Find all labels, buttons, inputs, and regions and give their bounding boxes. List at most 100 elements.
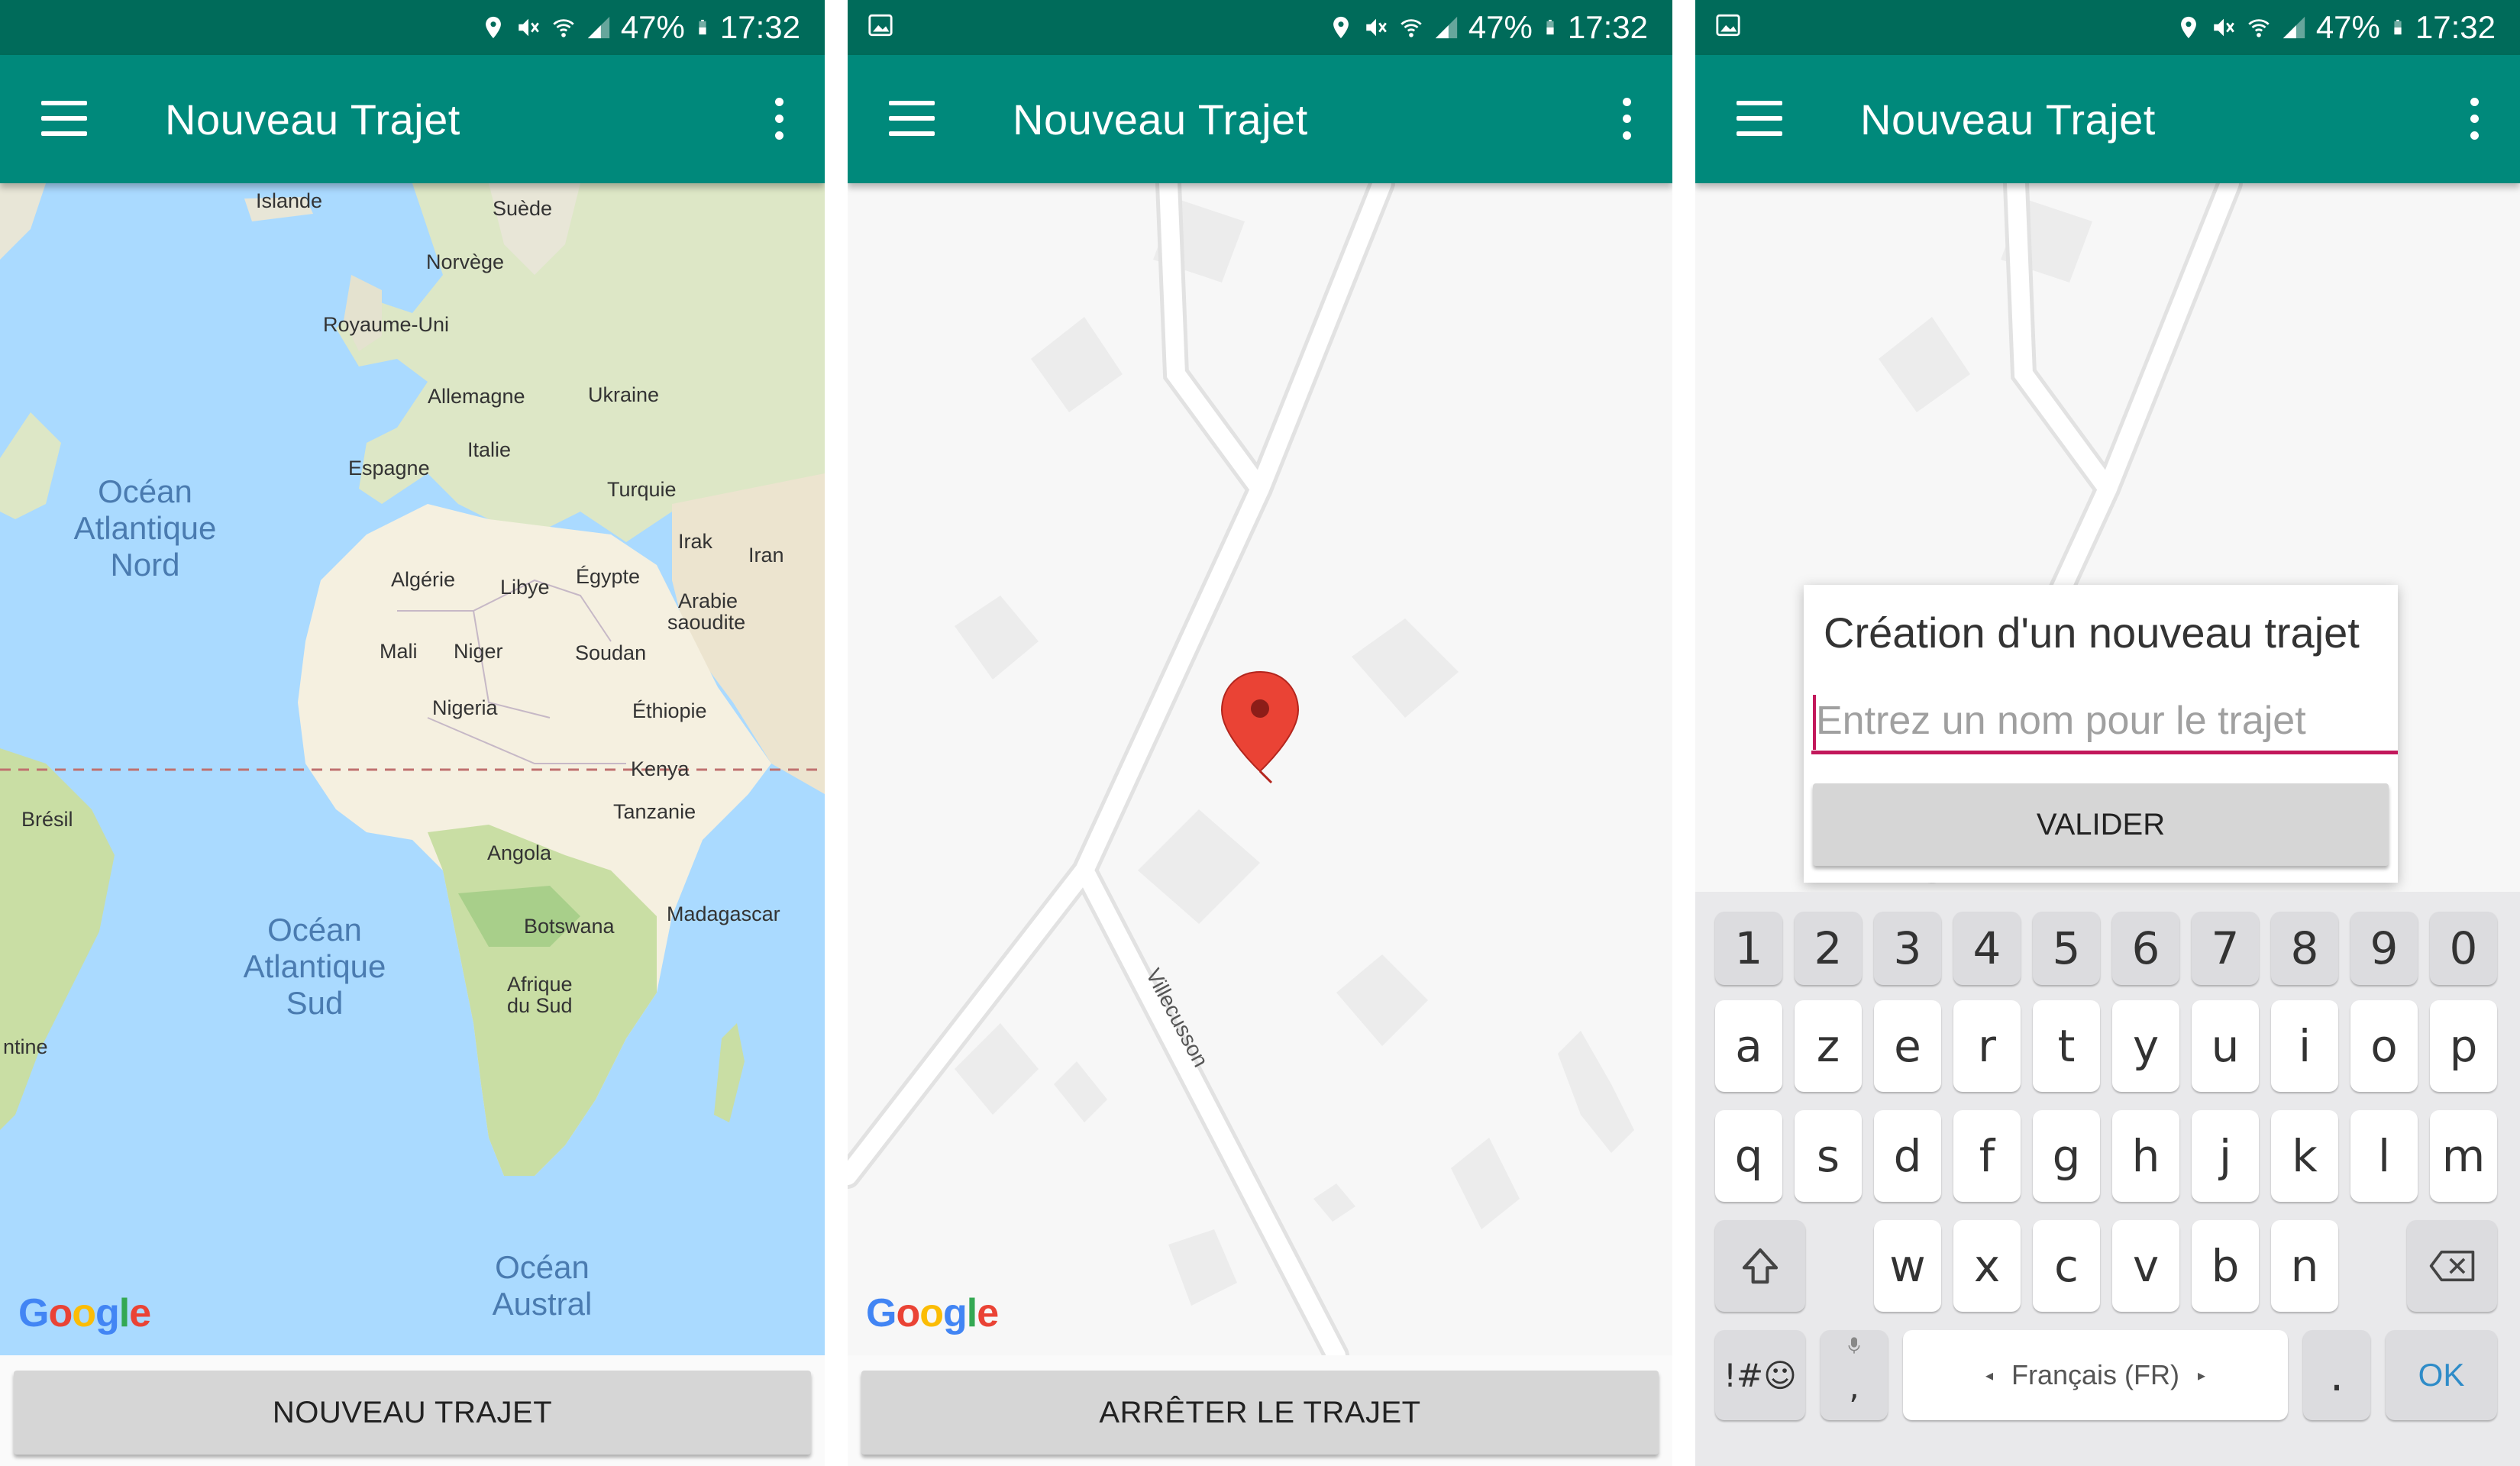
google-logo: Google [18, 1291, 151, 1335]
key-h[interactable]: h [2112, 1110, 2179, 1202]
more-vert-icon[interactable] [773, 98, 785, 140]
map-label: Iran [748, 544, 784, 567]
key-9[interactable]: 9 [2350, 912, 2418, 985]
map-label: Nigeria [432, 696, 499, 719]
comma-key[interactable]: , [1821, 1330, 1888, 1420]
map-label: Madagascar [667, 903, 780, 925]
key-v[interactable]: v [2112, 1220, 2179, 1312]
map-ocean-label: Sud [286, 985, 344, 1021]
battery-icon [699, 19, 706, 35]
wifi-icon [1401, 19, 1422, 37]
map-label: Espagne [348, 457, 430, 480]
wifi-icon [553, 19, 574, 37]
key-f[interactable]: f [1953, 1110, 2021, 1202]
key-m[interactable]: m [2430, 1110, 2497, 1202]
phone-screen-map-street: 47% 17:32 Nouveau Trajet Villecusson Goo… [848, 0, 1672, 1466]
more-vert-icon[interactable] [2468, 98, 2480, 140]
key-3[interactable]: 3 [1874, 912, 1941, 985]
period-key[interactable]: . [2303, 1330, 2370, 1420]
key-p[interactable]: p [2430, 1000, 2497, 1092]
signal-icon [587, 16, 609, 39]
soft-keyboard: 1 2 3 4 5 6 7 8 9 0 a z e r t y u i o p … [1695, 892, 2520, 1466]
menu-icon[interactable] [889, 101, 935, 137]
key-t[interactable]: t [2033, 1000, 2100, 1092]
key-i[interactable]: i [2271, 1000, 2338, 1092]
key-7[interactable]: 7 [2192, 912, 2259, 985]
map-label: Kenya [631, 757, 690, 780]
map-label: du Sud [507, 994, 573, 1017]
battery-percent: 47% [1468, 9, 1533, 45]
key-j[interactable]: j [2192, 1110, 2259, 1202]
space-bar-label: Français (FR) [2011, 1359, 2179, 1390]
key-y[interactable]: y [2112, 1000, 2179, 1092]
key-1[interactable]: 1 [1715, 912, 1782, 985]
key-z[interactable]: z [1795, 1000, 1862, 1092]
world-map[interactable]: Islande Suède Norvège Royaume-Uni Allema… [0, 183, 825, 1355]
map-ocean-label: Nord [110, 547, 179, 583]
key-s[interactable]: s [1795, 1110, 1862, 1202]
map-label: Royaume-Uni [323, 313, 449, 336]
key-2[interactable]: 2 [1795, 912, 1862, 985]
phone-screen-create-dialog: 47% 17:32 Nouveau Trajet Création d'un n [1695, 0, 2520, 1466]
google-logo: Google [866, 1291, 999, 1335]
key-g[interactable]: g [2033, 1110, 2100, 1202]
new-trip-button[interactable]: NOUVEAU TRAJET [14, 1371, 811, 1455]
map-ocean-label: Atlantique [244, 948, 386, 984]
key-b[interactable]: b [2192, 1220, 2259, 1312]
map-ocean-label: Océan [98, 473, 192, 509]
app-bar: Nouveau Trajet [1695, 55, 2520, 183]
map-label: Suède [493, 197, 552, 220]
mute-icon [519, 18, 539, 37]
location-icon [485, 16, 501, 39]
map-label: Égypte [576, 565, 640, 588]
key-a[interactable]: a [1715, 1000, 1782, 1092]
menu-icon[interactable] [41, 101, 87, 137]
map-label: Niger [454, 640, 503, 663]
ok-key[interactable]: OK [2386, 1330, 2497, 1420]
map-label: Algérie [391, 568, 455, 591]
stop-trip-button[interactable]: ARRÊTER LE TRAJET [861, 1371, 1659, 1455]
wifi-icon [2248, 19, 2270, 37]
map-label: Arabie [678, 589, 738, 612]
validate-button[interactable]: VALIDER [1813, 783, 2389, 866]
menu-icon[interactable] [1737, 101, 1782, 137]
map-label: Allemagne [428, 385, 525, 408]
dialog-title: Création d'un nouveau trajet [1824, 609, 2360, 657]
key-k[interactable]: k [2271, 1110, 2338, 1202]
battery-icon [1546, 19, 1554, 35]
key-u[interactable]: u [2192, 1000, 2259, 1092]
more-vert-icon[interactable] [1620, 98, 1633, 140]
key-e[interactable]: e [1874, 1000, 1941, 1092]
key-l[interactable]: l [2350, 1110, 2418, 1202]
mic-icon [1848, 1337, 1860, 1354]
key-c[interactable]: c [2033, 1220, 2100, 1312]
key-5[interactable]: 5 [2033, 912, 2100, 985]
status-bar: 47% 17:32 [0, 0, 825, 55]
symbols-key[interactable]: !#☺ [1715, 1330, 1805, 1420]
phone-screen-map-world: 47% 17:32 Nouveau Trajet Islande Suède N… [0, 0, 825, 1466]
key-r[interactable]: r [1953, 1000, 2021, 1092]
app-title: Nouveau Trajet [165, 95, 460, 144]
map-label: Botswana [524, 915, 615, 938]
map-label: Italie [467, 438, 511, 461]
key-4[interactable]: 4 [1953, 912, 2021, 985]
map-label: Brésil [21, 808, 73, 831]
key-q[interactable]: q [1715, 1110, 1782, 1202]
space-bar[interactable]: ◂ Français (FR) ▸ [1903, 1330, 2288, 1420]
mute-icon [1366, 18, 1387, 37]
shift-key[interactable] [1715, 1220, 1805, 1312]
key-6[interactable]: 6 [2112, 912, 2179, 985]
key-w[interactable]: w [1874, 1220, 1941, 1312]
key-n[interactable]: n [2271, 1220, 2338, 1312]
key-0[interactable]: 0 [2430, 912, 2497, 985]
street-map[interactable]: Villecusson [848, 183, 1672, 1355]
map-label: Turquie [607, 478, 677, 501]
key-o[interactable]: o [2350, 1000, 2418, 1092]
language-left-arrow-icon: ◂ [1985, 1367, 1993, 1384]
map-label: saoudite [667, 611, 745, 634]
trip-name-input[interactable] [1811, 690, 2398, 754]
key-8[interactable]: 8 [2271, 912, 2338, 985]
key-x[interactable]: x [1953, 1220, 2021, 1312]
key-d[interactable]: d [1874, 1110, 1941, 1202]
backspace-key[interactable] [2407, 1220, 2497, 1312]
